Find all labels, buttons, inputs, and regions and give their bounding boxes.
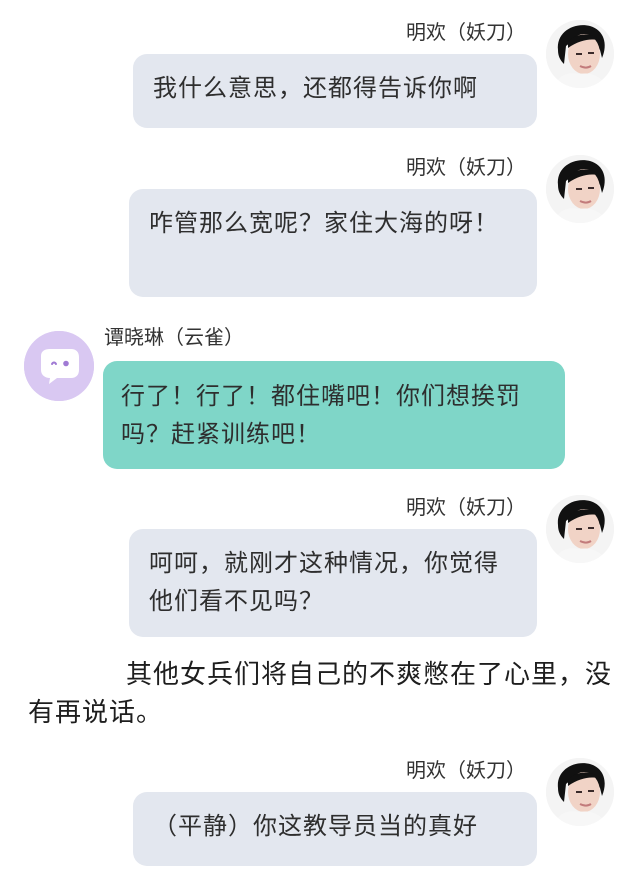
message-bubble: 呵呵，就刚才这种情况，你觉得他们看不见吗？	[129, 529, 537, 637]
message-text: 我什么意思，还都得告诉你啊	[153, 74, 478, 102]
chat-message: 明欢（妖刀） 我什么意思，还都得告诉你啊	[0, 20, 640, 132]
message-bubble: 我什么意思，还都得告诉你啊	[133, 54, 537, 128]
sender-name: 谭晓琳（云雀）	[104, 325, 244, 349]
avatar[interactable]	[546, 20, 614, 88]
avatar[interactable]	[24, 331, 94, 401]
message-bubble: （平静）你这教导员当的真好	[133, 792, 537, 866]
chat-bubble-face-icon	[24, 331, 94, 401]
person-photo-icon	[546, 495, 614, 563]
message-text: 呵呵，就刚才这种情况，你觉得他们看不见吗？	[149, 549, 499, 615]
message-bubble: 行了！行了！都住嘴吧！你们想挨罚吗？赶紧训练吧！	[103, 361, 565, 469]
sender-name: 明欢（妖刀）	[406, 758, 526, 782]
sender-name: 明欢（妖刀）	[406, 20, 526, 44]
narration-text: 其他女兵们将自己的不爽憋在了心里，没有再说话。	[28, 660, 613, 728]
chat-message: 明欢（妖刀） （平静）你这教导员当的真好	[0, 758, 640, 870]
avatar[interactable]	[546, 155, 614, 223]
person-photo-icon	[546, 20, 614, 88]
message-text: （平静）你这教导员当的真好	[153, 812, 478, 840]
chat-message: 明欢（妖刀） 咋管那么宽呢？家住大海的呀！	[0, 155, 640, 305]
message-text: 咋管那么宽呢？家住大海的呀！	[149, 209, 499, 237]
sender-name: 明欢（妖刀）	[406, 495, 526, 519]
avatar[interactable]	[546, 758, 614, 826]
person-photo-icon	[546, 155, 614, 223]
message-text: 行了！行了！都住嘴吧！你们想挨罚吗？赶紧训练吧！	[121, 382, 521, 448]
person-photo-icon	[546, 758, 614, 826]
avatar[interactable]	[546, 495, 614, 563]
sender-name: 明欢（妖刀）	[406, 155, 526, 179]
chat-message: 谭晓琳（云雀） 行了！行了！都住嘴吧！你们想挨罚吗？赶紧训练吧！	[0, 325, 640, 470]
chat-message: 明欢（妖刀） 呵呵，就刚才这种情况，你觉得他们看不见吗？	[0, 495, 640, 640]
message-bubble: 咋管那么宽呢？家住大海的呀！	[129, 189, 537, 297]
